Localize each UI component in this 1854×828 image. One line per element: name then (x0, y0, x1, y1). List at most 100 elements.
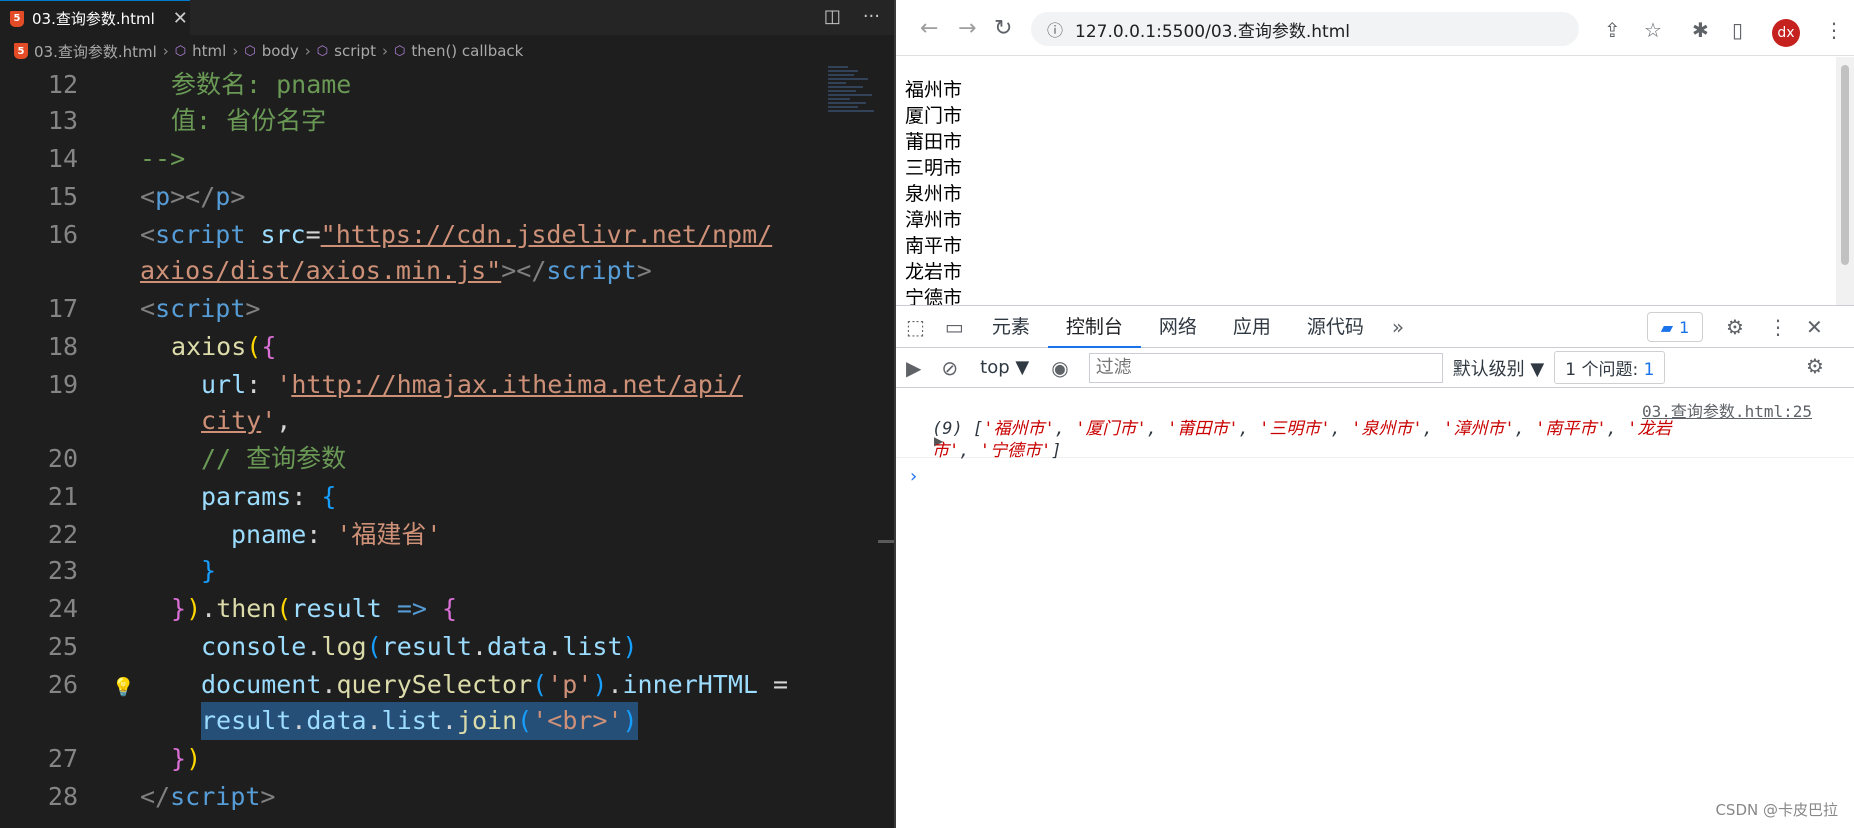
more-icon[interactable]: ··· (863, 6, 880, 27)
code-line: 19 url: 'http://hmajax.itheima.net/api/ (47, 370, 743, 399)
editor-tab-label: 03.查询参数.html (32, 10, 155, 28)
page-scrollbar[interactable] (1836, 57, 1854, 305)
city-item: 泉州市 (905, 183, 963, 205)
code-editor: 5 03.查询参数.html ✕ ◫ ··· 5 03.查询参数.html › … (0, 0, 894, 828)
console-toolbar: ▶ ⊘ top ▼ ◉ 默认级别 ▼ 1 个问题: 1 ⚙ (896, 348, 1854, 388)
city-item: 厦门市 (905, 105, 963, 127)
context-label: top (980, 357, 1010, 378)
url-text: 127.0.0.1:5500/03.查询参数.html (1075, 21, 1351, 42)
watermark: CSDN @卡皮巴拉 (1715, 801, 1838, 819)
device-toggle-icon[interactable]: ▭ (935, 315, 974, 339)
code-line: 28 </script> (47, 782, 276, 811)
filter-input[interactable] (1088, 352, 1443, 383)
devtools-panel: ⬚ ▭ 元素 控制台 网络 应用 源代码 » ▰ 1 ⚙ ⋮ ✕ ▶ ⊘ top… (896, 305, 1854, 828)
city-item: 莆田市 (905, 131, 963, 153)
code-line: result.data.list.join('<br>') (0, 702, 880, 740)
city-item: 漳州市 (905, 209, 963, 231)
minimap[interactable] (828, 66, 884, 146)
code-line: 22 pname: '福建省' (47, 520, 442, 549)
issues-badge[interactable]: ▰ 1 (1647, 312, 1703, 342)
chevron-right-icon: › (304, 42, 311, 60)
chevron-right-icon: › (381, 42, 388, 60)
console-message[interactable]: 03.查询参数.html:25 ▶ (9) ['福州市', '厦门市', '莆田… (896, 388, 1854, 461)
code-line: 15 <p></p> (47, 182, 246, 211)
issues-counter[interactable]: 1 个问题: 1 (1554, 351, 1666, 384)
breadcrumb-body[interactable]: body (262, 42, 299, 60)
log-item: 泉州市 (1361, 419, 1413, 439)
code-line: 17 <script> (47, 294, 261, 323)
extensions-icon[interactable]: ✱ (1692, 18, 1709, 42)
issues-label: 1 个问题: (1565, 360, 1639, 380)
element-icon: ⬡ (393, 43, 406, 59)
context-select[interactable]: top ▼ (968, 357, 1041, 378)
city-item: 宁德市 (905, 287, 963, 305)
address-bar[interactable]: ⓘ 127.0.0.1:5500/03.查询参数.html (1031, 12, 1579, 46)
chevron-right-icon: › (162, 42, 169, 60)
gear-icon[interactable]: ⚙ (1716, 315, 1754, 339)
console-settings-icon[interactable]: ⚙ (1796, 354, 1834, 378)
tab-sources[interactable]: 源代码 (1289, 306, 1382, 348)
back-icon[interactable]: ← (920, 16, 938, 41)
log-array[interactable]: (9) ['福州市', '厦门市', '莆田市', '三明市', '泉州市', … (932, 418, 1692, 462)
breadcrumb-html[interactable]: html (192, 42, 226, 60)
breadcrumb-file[interactable]: 03.查询参数.html (34, 41, 157, 62)
element-icon: ⬡ (174, 43, 187, 59)
split-editor-icon[interactable]: ◫ (824, 6, 841, 27)
eye-icon[interactable]: ◉ (1041, 356, 1078, 380)
more-icon[interactable]: ⋮ (1758, 315, 1798, 339)
clear-console-icon[interactable]: ⊘ (931, 356, 968, 380)
browser-window: ← → ↻ ⓘ 127.0.0.1:5500/03.查询参数.html ⇪ ☆ … (896, 0, 1854, 828)
reload-icon[interactable]: ↻ (994, 16, 1012, 41)
code-area[interactable]: 12 参数名: pname 13 值: 省份名字 14 --> 15 <p></p> 1… (0, 66, 894, 828)
avatar[interactable]: dx (1772, 19, 1800, 47)
log-level-select[interactable]: 默认级别 ▼ (1443, 355, 1555, 381)
issues-badge-count: 1 (1679, 317, 1690, 337)
side-panel-icon[interactable]: ▯ (1732, 18, 1743, 42)
code-line: 18 axios({ (47, 332, 277, 361)
site-info-icon[interactable]: ⓘ (1047, 17, 1063, 41)
browser-toolbar: ← → ↻ ⓘ 127.0.0.1:5500/03.查询参数.html ⇪ ☆ … (896, 0, 1854, 56)
lightbulb-icon[interactable]: 💡 (112, 677, 134, 698)
editor-tab[interactable]: 5 03.查询参数.html ✕ (0, 0, 190, 36)
breadcrumb-callback[interactable]: then() callback (411, 42, 523, 60)
log-item: 莆田市 (1177, 419, 1229, 439)
tab-console[interactable]: 控制台 (1047, 306, 1141, 348)
console-output: 03.查询参数.html:25 ▶ (9) ['福州市', '厦门市', '莆田… (896, 388, 1854, 487)
console-prompt-icon[interactable]: › (910, 466, 917, 487)
close-icon[interactable]: ✕ (173, 8, 188, 29)
tab-network[interactable]: 网络 (1141, 306, 1215, 348)
log-item: 南平市 (1545, 419, 1597, 439)
bookmark-star-icon[interactable]: ☆ (1644, 18, 1662, 42)
share-icon[interactable]: ⇪ (1604, 18, 1621, 42)
city-item: 三明市 (905, 157, 963, 179)
code-line: 14 --> (47, 144, 186, 173)
sidebar-toggle-icon[interactable]: ▶ (896, 356, 931, 380)
tab-elements[interactable]: 元素 (974, 306, 1048, 348)
log-item: 厦门市 (1085, 419, 1137, 439)
forward-icon[interactable]: → (958, 16, 976, 41)
breadcrumb: 5 03.查询参数.html › ⬡ html › ⬡ body › ⬡ scr… (0, 36, 894, 66)
editor-scrollbar[interactable] (878, 540, 894, 543)
code-line: 27}) (47, 744, 202, 773)
city-item: 龙岩市 (905, 261, 963, 283)
code-line: 13 值: 省份名字 (47, 106, 327, 135)
element-icon: ⬡ (244, 43, 256, 59)
breadcrumb-script[interactable]: script (334, 42, 376, 60)
code-line: axios/dist/axios.min.js"></script> (140, 256, 652, 285)
city-list: 福州市 厦门市 莆田市 三明市 泉州市 漳州市 南平市 龙岩市 宁德市 (905, 77, 962, 305)
city-item: 南平市 (905, 235, 963, 257)
code-line: city', (201, 406, 292, 435)
menu-icon[interactable]: ⋮ (1824, 18, 1844, 42)
page-viewport: 福州市 厦门市 莆田市 三明市 泉州市 漳州市 南平市 龙岩市 宁德市 (896, 57, 1854, 305)
issues-count: 1 (1643, 360, 1655, 380)
log-count: (9) (932, 419, 963, 439)
log-item: 宁德市 (989, 441, 1041, 461)
page-scrollbar-thumb[interactable] (1841, 65, 1849, 265)
tab-application[interactable]: 应用 (1215, 306, 1289, 348)
html5-icon: 5 (14, 43, 28, 59)
code-line: 12 参数名: pname (47, 70, 352, 99)
inspect-icon[interactable]: ⬚ (896, 315, 935, 339)
close-icon[interactable]: ✕ (1796, 315, 1833, 339)
more-tabs-icon[interactable]: » (1382, 315, 1414, 339)
log-item: 福州市 (993, 419, 1045, 439)
